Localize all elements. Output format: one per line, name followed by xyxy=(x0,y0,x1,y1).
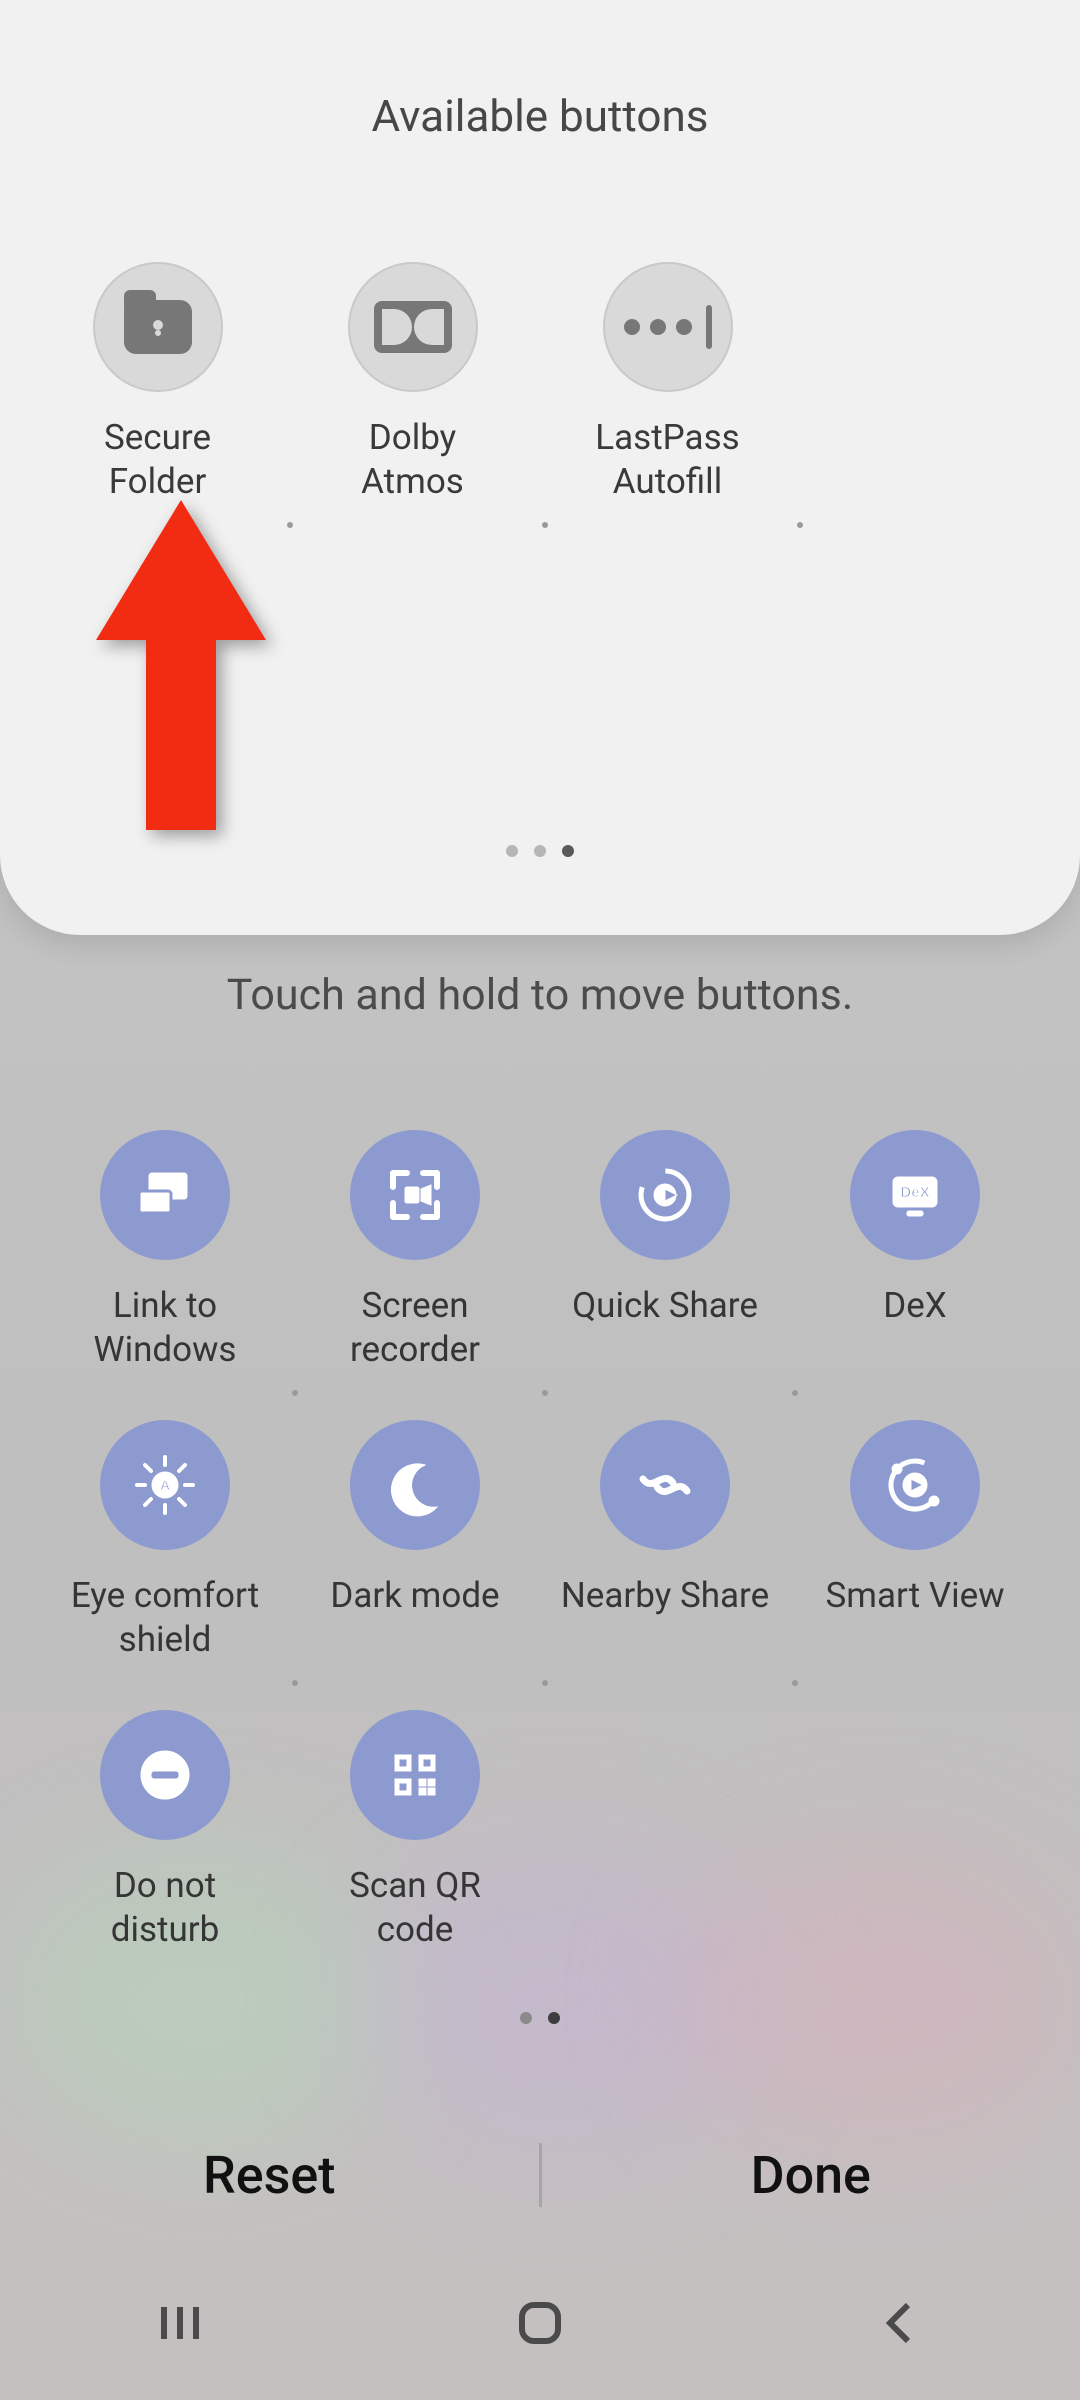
tile-link-to-windows[interactable]: Link to Windows xyxy=(40,1130,290,1420)
home-button[interactable] xyxy=(508,2291,572,2359)
android-nav-bar xyxy=(0,2250,1080,2400)
tile-label: Dark mode xyxy=(330,1574,499,1618)
available-grid: Secure Folder Dolby Atmos LastPass Autof… xyxy=(0,262,1080,532)
active-grid: Link to Windows Screen recorder Quick Sh… xyxy=(30,1130,1050,2000)
done-button[interactable]: Done xyxy=(542,2145,1080,2206)
tile-label: Scan QR code xyxy=(349,1864,481,1952)
dolby-icon xyxy=(348,262,478,392)
tile-label: LastPass Autofill xyxy=(595,416,739,504)
tile-label: Link to Windows xyxy=(94,1284,237,1372)
lastpass-icon xyxy=(603,262,733,392)
tile-label: Dolby Atmos xyxy=(361,416,464,504)
screen-recorder-icon xyxy=(350,1130,480,1260)
available-title: Available buttons xyxy=(0,90,1080,142)
available-tile-lastpass[interactable]: LastPass Autofill xyxy=(540,262,795,532)
eye-comfort-icon: A xyxy=(100,1420,230,1550)
available-page-dots[interactable] xyxy=(506,845,574,857)
nearby-share-icon xyxy=(600,1420,730,1550)
dex-icon: DeX xyxy=(850,1130,980,1260)
available-tile-dolby-atmos[interactable]: Dolby Atmos xyxy=(285,262,540,532)
tile-label: Eye comfort shield xyxy=(71,1574,259,1662)
tile-label: Do not disturb xyxy=(111,1864,220,1952)
tile-do-not-disturb[interactable]: Do not disturb xyxy=(40,1710,290,2000)
tile-quick-share[interactable]: Quick Share xyxy=(540,1130,790,1420)
tile-screen-recorder[interactable]: Screen recorder xyxy=(290,1130,540,1420)
tile-label: DeX xyxy=(883,1284,946,1328)
tile-eye-comfort-shield[interactable]: A Eye comfort shield xyxy=(40,1420,290,1710)
tile-dark-mode[interactable]: Dark mode xyxy=(290,1420,540,1710)
available-buttons-panel: Available buttons Secure Folder Dolby At… xyxy=(0,0,1080,935)
qr-icon xyxy=(350,1710,480,1840)
instruction-text: Touch and hold to move buttons. xyxy=(0,970,1080,1020)
available-tile-empty xyxy=(795,262,1050,532)
quick-share-icon xyxy=(600,1130,730,1260)
recents-button[interactable] xyxy=(148,2291,212,2359)
smart-view-icon xyxy=(850,1420,980,1550)
active-buttons-area: Link to Windows Screen recorder Quick Sh… xyxy=(0,1130,1080,2000)
dnd-icon xyxy=(100,1710,230,1840)
svg-text:DeX: DeX xyxy=(900,1184,929,1201)
tile-label: Secure Folder xyxy=(104,416,211,504)
footer-bar: Reset Done xyxy=(0,2100,1080,2250)
tile-label: Nearby Share xyxy=(561,1574,769,1618)
available-tile-secure-folder[interactable]: Secure Folder xyxy=(30,262,285,532)
folder-lock-icon xyxy=(93,262,223,392)
tile-label: Screen recorder xyxy=(350,1284,480,1372)
tile-dex[interactable]: DeX DeX xyxy=(790,1130,1040,1420)
tile-nearby-share[interactable]: Nearby Share xyxy=(540,1420,790,1710)
reset-button[interactable]: Reset xyxy=(0,2145,539,2206)
tile-label: Quick Share xyxy=(572,1284,758,1328)
active-page-dots[interactable] xyxy=(520,2012,560,2024)
tile-scan-qr-code[interactable]: Scan QR code xyxy=(290,1710,540,2000)
svg-text:A: A xyxy=(160,1477,170,1493)
link-windows-icon xyxy=(100,1130,230,1260)
dark-mode-icon xyxy=(350,1420,480,1550)
tile-label: Smart View xyxy=(825,1574,1004,1618)
tile-smart-view[interactable]: Smart View xyxy=(790,1420,1040,1710)
back-button[interactable] xyxy=(868,2291,932,2359)
